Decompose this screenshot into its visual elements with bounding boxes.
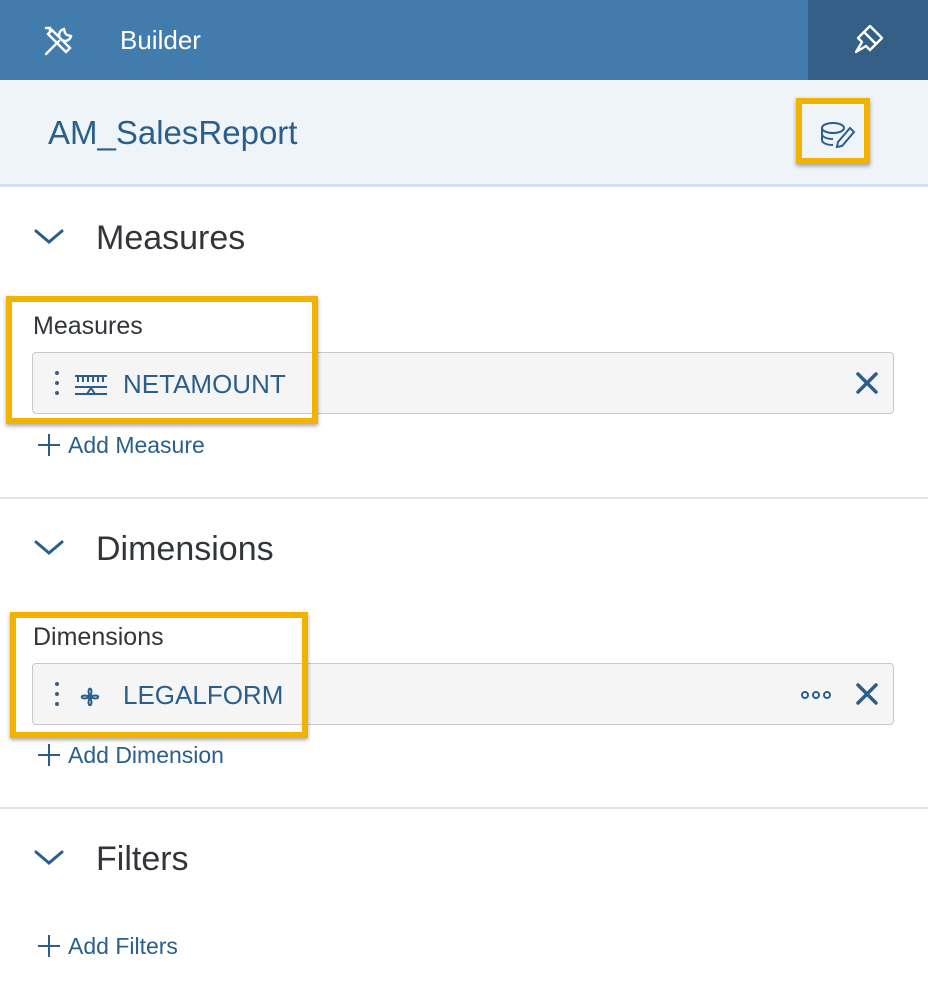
add-filters-label: Add Filters bbox=[68, 933, 178, 959]
add-measure-link[interactable]: Add Measure bbox=[38, 430, 205, 460]
database-edit-icon bbox=[821, 122, 856, 149]
plus-icon bbox=[38, 935, 60, 957]
edit-data-source-button[interactable] bbox=[796, 98, 870, 164]
styling-tab[interactable] bbox=[808, 0, 928, 80]
remove-dimension-icon[interactable] bbox=[853, 680, 881, 708]
model-header: AM_SalesReport bbox=[0, 80, 928, 187]
filters-section-header[interactable]: Filters bbox=[0, 827, 928, 887]
dimensions-highlight bbox=[10, 612, 308, 738]
wrench-screwdriver-icon[interactable] bbox=[42, 24, 76, 58]
remove-measure-icon[interactable] bbox=[853, 369, 881, 397]
measures-section-header[interactable]: Measures bbox=[0, 206, 928, 266]
model-name: AM_SalesReport bbox=[48, 114, 298, 151]
add-filters-link[interactable]: Add Filters bbox=[38, 931, 178, 961]
add-dimension-link[interactable]: Add Dimension bbox=[38, 740, 224, 770]
chevron-down-icon bbox=[34, 540, 64, 555]
builder-topbar: Builder bbox=[0, 0, 928, 80]
more-options-icon[interactable] bbox=[801, 690, 831, 700]
section-title-dimensions: Dimensions bbox=[96, 530, 274, 568]
dimensions-section-header[interactable]: Dimensions bbox=[0, 517, 928, 577]
section-divider bbox=[0, 497, 928, 499]
chevron-down-icon bbox=[34, 850, 64, 865]
chevron-down-icon bbox=[34, 229, 64, 244]
section-title-measures: Measures bbox=[96, 219, 246, 257]
section-divider bbox=[0, 807, 928, 809]
measures-highlight bbox=[6, 296, 318, 424]
add-dimension-label: Add Dimension bbox=[68, 742, 224, 768]
paint-brush-icon bbox=[854, 24, 884, 54]
plus-icon bbox=[38, 744, 60, 766]
add-measure-label: Add Measure bbox=[68, 432, 205, 458]
builder-title: Builder bbox=[120, 25, 201, 55]
plus-icon bbox=[38, 434, 60, 456]
section-title-filters: Filters bbox=[96, 840, 189, 878]
